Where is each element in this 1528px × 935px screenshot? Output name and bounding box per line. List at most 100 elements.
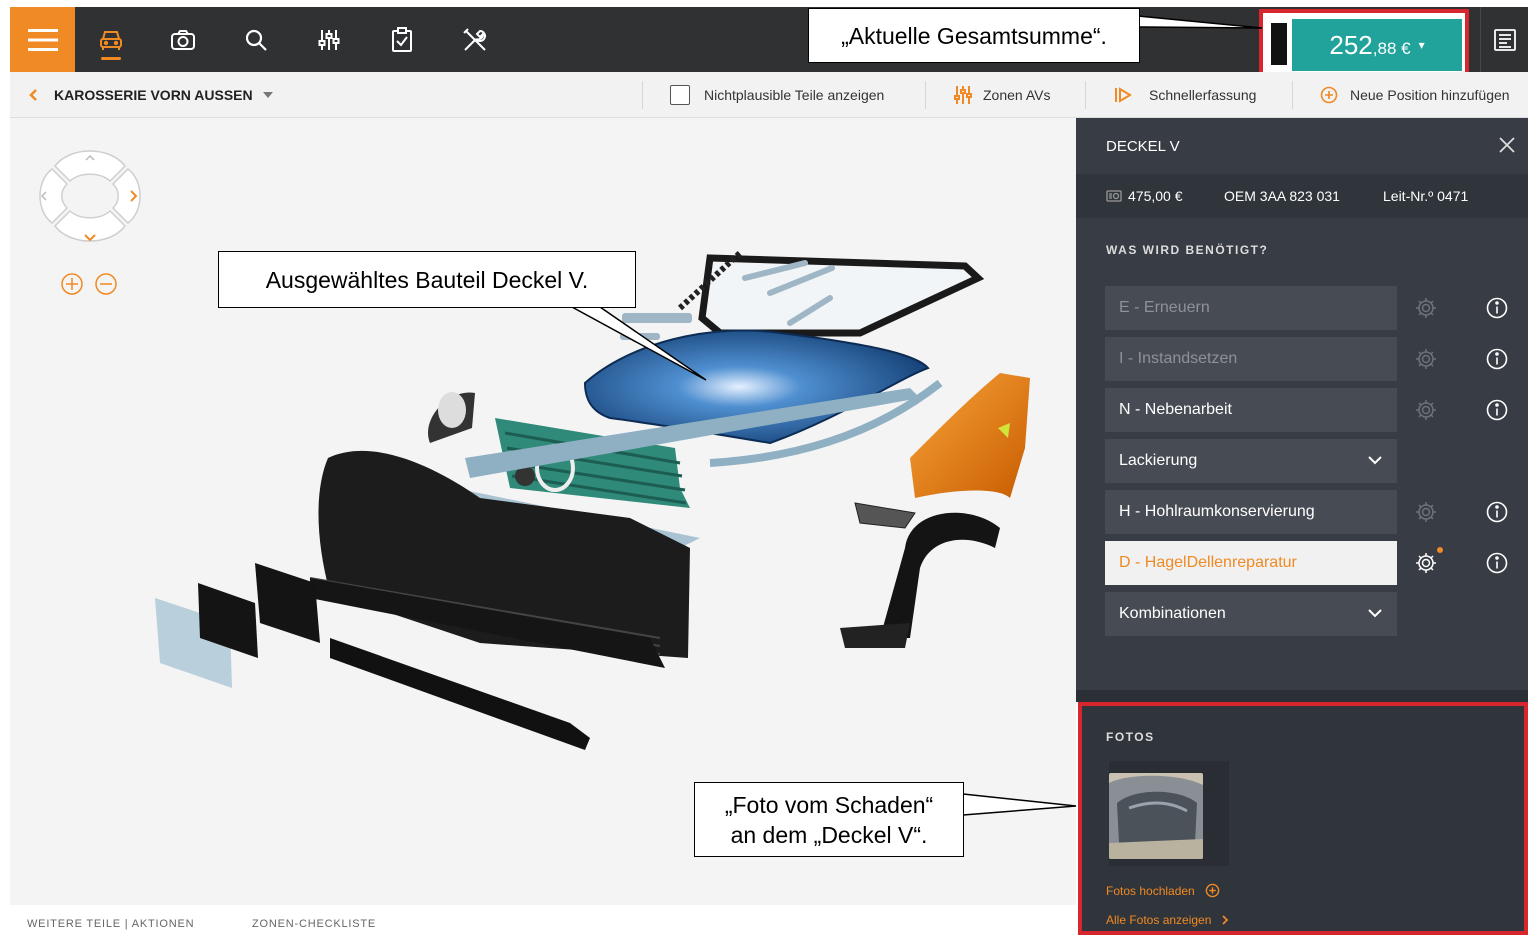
option-label: E - Erneuern [1119, 299, 1210, 316]
implausible-label: Nichtplausible Teile anzeigen [704, 87, 885, 103]
gear-icon[interactable] [1414, 551, 1438, 575]
search-tab[interactable] [220, 7, 292, 72]
sliders-icon [954, 86, 972, 104]
photos-section: FOTOS Fotos hochladen Alle Fotos anzeige… [1078, 702, 1528, 935]
zones-avs-label: Zonen AVs [983, 87, 1051, 103]
option-kombinationen[interactable]: Kombinationen [1105, 592, 1397, 636]
quick-entry-icon [1115, 87, 1132, 103]
panel-title: DECKEL V [1106, 138, 1180, 155]
option-nebenarbeit[interactable]: N - Nebenarbeit [1105, 388, 1397, 432]
section-heading: WAS WIRD BENÖTIGT? [1106, 243, 1269, 257]
canvas-footer: WEITERE TEILE | AKTIONEN ZONEN-CHECKLIST… [10, 905, 1076, 935]
gear-icon[interactable] [1414, 398, 1438, 422]
add-position-button[interactable]: Neue Position hinzufügen [1320, 72, 1510, 118]
gear-icon[interactable] [1414, 296, 1438, 320]
option-label: N - Nebenarbeit [1119, 401, 1232, 418]
callout-selected-part: Ausgewähltes Bauteil Deckel V. [218, 251, 636, 308]
breadcrumb[interactable]: KAROSSERIE VORN AUSSEN [28, 72, 273, 118]
upload-photos-label: Fotos hochladen [1106, 883, 1195, 898]
option-instandsetzen[interactable]: I - Instandsetzen [1105, 337, 1397, 381]
sub-toolbar: KAROSSERIE VORN AUSSEN Nichtplausible Te… [10, 72, 1528, 118]
search-icon [245, 29, 267, 51]
photos-heading: FOTOS [1106, 730, 1155, 744]
tools-tab[interactable] [439, 7, 511, 72]
info-icon[interactable] [1485, 347, 1509, 371]
part-price: 475,00 € [1128, 188, 1183, 204]
checklist-tab[interactable] [366, 7, 438, 72]
divider [642, 81, 643, 109]
part-oem: OEM 3AA 823 031 [1224, 188, 1340, 204]
zone-checklist-link[interactable]: ZONEN-CHECKLISTE [252, 918, 376, 930]
callout-line: „Foto vom Schaden“ [724, 791, 934, 818]
notification-dot [1437, 547, 1443, 553]
callout-line: an dem „Deckel V“. [730, 821, 928, 848]
wheel-arch-liner-part [880, 512, 1000, 638]
car-tab[interactable] [75, 7, 147, 72]
clipboard-check-icon [392, 26, 412, 52]
option-label: Kombinationen [1119, 605, 1226, 622]
option-erneuern[interactable]: E - Erneuern [1105, 286, 1397, 330]
total-amount-highlight: 252 ,88 € ▾ [1259, 9, 1469, 79]
callout-total: „Aktuelle Gesamtsumme“. [808, 8, 1140, 63]
close-icon [1499, 137, 1515, 153]
price-tag-icon [1106, 190, 1122, 202]
menu-icon [27, 28, 58, 51]
divider [925, 81, 926, 109]
chevron-left-icon [29, 89, 37, 101]
show-all-photos-link[interactable]: Alle Fotos anzeigen [1106, 913, 1229, 927]
sliders-tab[interactable] [293, 7, 365, 72]
option-label: I - Instandsetzen [1119, 350, 1238, 367]
part-detail-panel: DECKEL V 475,00 € OEM 3AA 823 031 Leit-N… [1076, 118, 1528, 690]
camera-icon [171, 29, 195, 50]
menu-button[interactable] [10, 7, 75, 72]
camera-tab[interactable] [147, 7, 219, 72]
divider [1085, 81, 1086, 109]
total-main: 252 [1329, 29, 1373, 60]
info-icon[interactable] [1485, 398, 1509, 422]
receipt-icon [1493, 28, 1516, 51]
tools-icon [463, 27, 486, 51]
photo-strip [1109, 761, 1229, 866]
part-info-bar: 475,00 € OEM 3AA 823 031 Leit-Nr.º 0471 [1076, 174, 1528, 218]
implausible-parts-toggle[interactable]: Nichtplausible Teile anzeigen [670, 72, 884, 118]
chevron-right-icon [1222, 915, 1229, 925]
breadcrumb-label: KAROSSERIE VORN AUSSEN [54, 87, 253, 103]
damage-photo-thumbnail[interactable] [1109, 773, 1203, 859]
callout-damage-photo: „Foto vom Schaden“ an dem „Deckel V“. [694, 782, 964, 857]
add-position-label: Neue Position hinzufügen [1350, 87, 1510, 103]
receipt-button[interactable] [1480, 7, 1528, 72]
caret-down-icon [262, 92, 273, 98]
plus-circle-icon [1205, 883, 1220, 898]
panel-divider [1076, 690, 1528, 702]
option-hageldellenreparatur[interactable]: D - HagelDellenreparatur [1105, 541, 1397, 585]
option-lackierung[interactable]: Lackierung [1105, 439, 1397, 483]
total-cents: ,88 € [1372, 38, 1411, 58]
show-all-photos-label: Alle Fotos anzeigen [1106, 913, 1212, 927]
option-hohlraumkonservierung[interactable]: H - Hohlraumkonservierung [1105, 490, 1397, 534]
info-icon[interactable] [1485, 296, 1509, 320]
plus-circle-icon [1320, 86, 1338, 104]
divider [1292, 81, 1293, 109]
option-label: H - Hohlraumkonservierung [1119, 503, 1315, 520]
more-parts-link[interactable]: WEITERE TEILE | AKTIONEN [27, 918, 194, 930]
implausible-checkbox[interactable] [670, 85, 690, 105]
option-label: Lackierung [1119, 452, 1198, 469]
info-icon[interactable] [1485, 500, 1509, 524]
option-label: D - HagelDellenreparatur [1119, 554, 1297, 571]
gear-icon[interactable] [1414, 347, 1438, 371]
close-button[interactable] [1498, 136, 1516, 159]
spoiler-part [330, 638, 590, 750]
chevron-down-icon [1368, 609, 1382, 618]
gear-icon[interactable] [1414, 500, 1438, 524]
chevron-down-icon [1368, 456, 1382, 465]
zones-avs-button[interactable]: Zonen AVs [953, 72, 1050, 118]
total-amount-button[interactable]: 252 ,88 € ▾ [1292, 19, 1462, 71]
info-icon[interactable] [1485, 551, 1509, 575]
car-icon [100, 30, 122, 50]
quick-entry-button[interactable]: Schnellerfassung [1113, 72, 1256, 118]
caret-down-icon: ▾ [1418, 38, 1425, 52]
part-leit-nr: Leit-Nr.º 0471 [1383, 188, 1469, 204]
quick-entry-label: Schnellerfassung [1149, 87, 1257, 103]
total-marker [1271, 23, 1287, 65]
upload-photos-link[interactable]: Fotos hochladen [1106, 883, 1220, 898]
